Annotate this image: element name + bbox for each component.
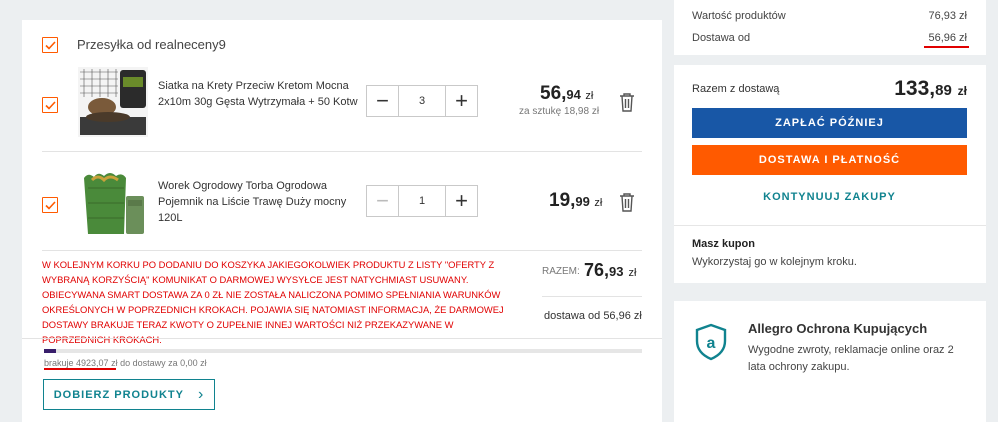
annotation-note: W kolejnym korku po dodaniu do koszyka j… — [42, 259, 504, 345]
delivery-value: 56,96 zł — [928, 32, 967, 44]
total-value: 133,89 zł — [894, 77, 967, 100]
increase-button[interactable]: + — [446, 186, 477, 216]
products-value-label: Wartość produktów — [692, 10, 786, 22]
divider — [42, 151, 642, 152]
buyer-protection-card: a Allegro Ochrona Kupujących Wygodne zwr… — [674, 301, 986, 422]
seller-name: Przesyłka od realneceny9 — [77, 37, 226, 52]
divider — [42, 250, 642, 251]
products-value: 76,93 zł — [928, 10, 967, 22]
divider — [22, 338, 662, 339]
coupon-title: Masz kupon — [692, 238, 755, 250]
delivery-label: Dostawa od — [692, 32, 751, 44]
quantity-stepper: − 3 + — [366, 85, 478, 117]
order-summary-top: Wartość produktów 76,93 zł Dostawa od 56… — [674, 0, 986, 55]
protection-text: Wygodne zwroty, reklamacje online oraz 2… — [748, 344, 954, 373]
red-underline — [924, 46, 969, 48]
item-price: 19,99 zł — [549, 190, 603, 211]
quantity-stepper: − 1 + — [366, 185, 478, 217]
seller-checkbox[interactable] — [42, 37, 58, 53]
item-checkbox[interactable] — [42, 197, 58, 213]
delivery-from: dostawa od 56,96 zł — [544, 310, 642, 322]
free-delivery-progress — [44, 349, 642, 353]
quantity-input[interactable]: 1 — [398, 186, 446, 216]
unit-price: za sztukę 18,98 zł — [519, 106, 600, 117]
missing-amount-text: brakuje 4923,07 zł do dostawy za 0,00 zł — [44, 358, 207, 368]
red-underline — [44, 368, 116, 370]
product-name[interactable]: Worek Ogrodowy Torba Ogrodowa Pojemnik n… — [158, 178, 358, 226]
progress-fill — [44, 349, 56, 353]
product-image[interactable] — [78, 168, 148, 238]
sum-value: 76,93 zł — [584, 260, 637, 280]
divider — [674, 225, 986, 226]
order-summary-main: Razem z dostawą 133,89 zł ZAPŁAĆ PÓŹNIEJ… — [674, 65, 986, 283]
continue-shopping-button[interactable]: KONTYNUUJ ZAKUPY — [692, 183, 967, 211]
shield-icon: a — [694, 323, 728, 361]
quantity-input[interactable]: 3 — [398, 86, 446, 116]
trash-icon[interactable] — [619, 92, 635, 112]
chevron-right-icon: › — [197, 385, 205, 403]
trash-icon[interactable] — [619, 192, 635, 212]
cart-card: Przesyłka od realneceny9 Siatka na Krety… — [22, 20, 662, 422]
item-checkbox[interactable] — [42, 97, 58, 113]
delivery-payment-button[interactable]: DOSTAWA I PŁATNOŚĆ — [692, 145, 967, 175]
protection-title: Allegro Ochrona Kupujących — [748, 321, 928, 336]
product-name[interactable]: Siatka na Krety Przeciw Kretom Mocna 2x1… — [158, 78, 358, 110]
item-price: 56,94 zł — [540, 83, 594, 104]
divider — [542, 296, 642, 297]
product-image[interactable] — [78, 67, 148, 137]
pay-later-button[interactable]: ZAPŁAĆ PÓŹNIEJ — [692, 108, 967, 138]
decrease-button[interactable]: − — [367, 86, 398, 116]
sum-label: RAZEM: — [542, 266, 580, 277]
pick-products-button[interactable]: DOBIERZ PRODUKTY › — [43, 379, 215, 410]
increase-button[interactable]: + — [446, 86, 477, 116]
decrease-button[interactable]: − — [367, 186, 398, 216]
total-label: Razem z dostawą — [692, 83, 780, 95]
missing-amount: 4923,07 — [76, 358, 109, 368]
coupon-subtitle: Wykorzystaj go w kolejnym kroku. — [692, 256, 857, 268]
svg-text:a: a — [707, 335, 716, 352]
